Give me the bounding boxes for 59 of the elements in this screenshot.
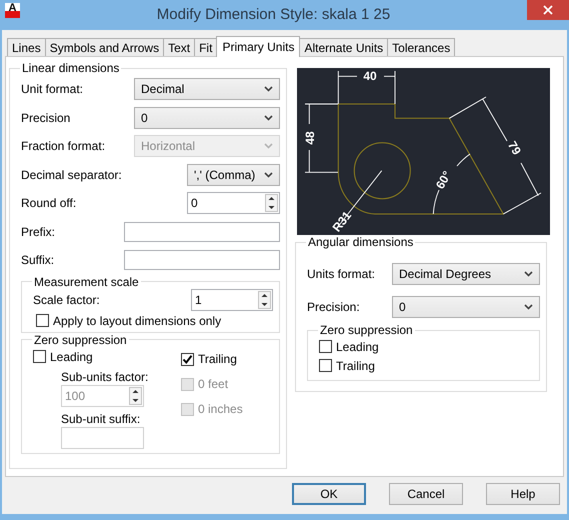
checkbox-label: Apply to layout dimensions only — [53, 314, 222, 328]
field-label: Suffix: — [21, 253, 54, 268]
field-label: Precision: — [307, 300, 360, 314]
app-icon: A — [5, 3, 20, 18]
checkbox-label: Trailing — [336, 358, 375, 372]
field-label: Sub-units factor: — [61, 368, 148, 384]
field-label: Scale factor: — [33, 292, 100, 306]
field-label: Precision — [21, 110, 70, 125]
spin-field[interactable]: 1 — [191, 288, 273, 310]
dropdown[interactable]: 0 — [392, 296, 540, 318]
group-title: Zero suppression — [319, 323, 414, 337]
checkbox-label: Leading — [50, 350, 93, 364]
checkbox-label: 0 feet — [198, 377, 228, 391]
spin-field[interactable]: 0 — [187, 192, 280, 214]
checkbox-label: Leading — [336, 340, 379, 354]
dropdown[interactable]: Decimal Degrees — [392, 262, 540, 284]
dropdown[interactable]: Decimal — [134, 78, 280, 100]
checkbox[interactable] — [319, 359, 332, 372]
dimension-text: R31 — [330, 208, 354, 235]
dialog-button[interactable]: OK — [292, 483, 366, 505]
spin-buttons[interactable] — [258, 290, 271, 308]
tab[interactable]: Tolerances — [387, 38, 456, 56]
close-icon — [543, 5, 553, 15]
dimension-text: 60° — [432, 168, 454, 192]
field-label: Unit format: — [21, 82, 84, 96]
dimension-text: 79 — [505, 138, 524, 158]
input-field[interactable] — [124, 222, 280, 242]
spin-buttons[interactable] — [265, 194, 278, 212]
tab[interactable]: Fit — [194, 38, 218, 56]
window-title: Modify Dimension Style: skala 1 25 — [156, 6, 392, 23]
checkbox[interactable] — [181, 352, 194, 366]
field-label: Fraction format: — [21, 139, 106, 154]
field-label: Units format: — [307, 266, 376, 280]
group-title: Angular dimensions — [307, 235, 414, 249]
close-button[interactable] — [527, 0, 569, 20]
field-label: Prefix: — [21, 224, 56, 239]
dropdown[interactable]: ',' (Comma) — [187, 164, 280, 186]
dimension-text: 48 — [303, 131, 317, 145]
checkbox-label: Trailing — [198, 352, 237, 366]
field-label: Sub-unit suffix: — [61, 410, 140, 426]
tab[interactable]: Text — [163, 38, 196, 56]
field-label: Decimal separator: — [21, 168, 122, 182]
checkbox[interactable] — [33, 350, 46, 363]
dimension-text: 40 — [363, 69, 377, 83]
group-title: Measurement scale — [33, 274, 140, 288]
checkbox-label: 0 inches — [198, 402, 243, 416]
tab[interactable]: Primary Units — [216, 36, 300, 57]
group-title: Linear dimensions — [21, 61, 120, 75]
group-title: Zero suppression — [33, 332, 128, 346]
checkbox[interactable] — [319, 340, 332, 353]
checkbox[interactable] — [36, 314, 49, 327]
tab[interactable]: Lines — [7, 38, 46, 56]
field-label: Round off: — [21, 196, 76, 210]
input-field[interactable] — [124, 250, 280, 270]
tab[interactable]: Alternate Units — [299, 38, 388, 56]
dialog-button[interactable]: Help — [486, 483, 560, 505]
dropdown[interactable]: 0 — [134, 106, 280, 129]
tab[interactable]: Symbols and Arrows — [44, 38, 164, 56]
dialog-button[interactable]: Cancel — [389, 483, 463, 505]
